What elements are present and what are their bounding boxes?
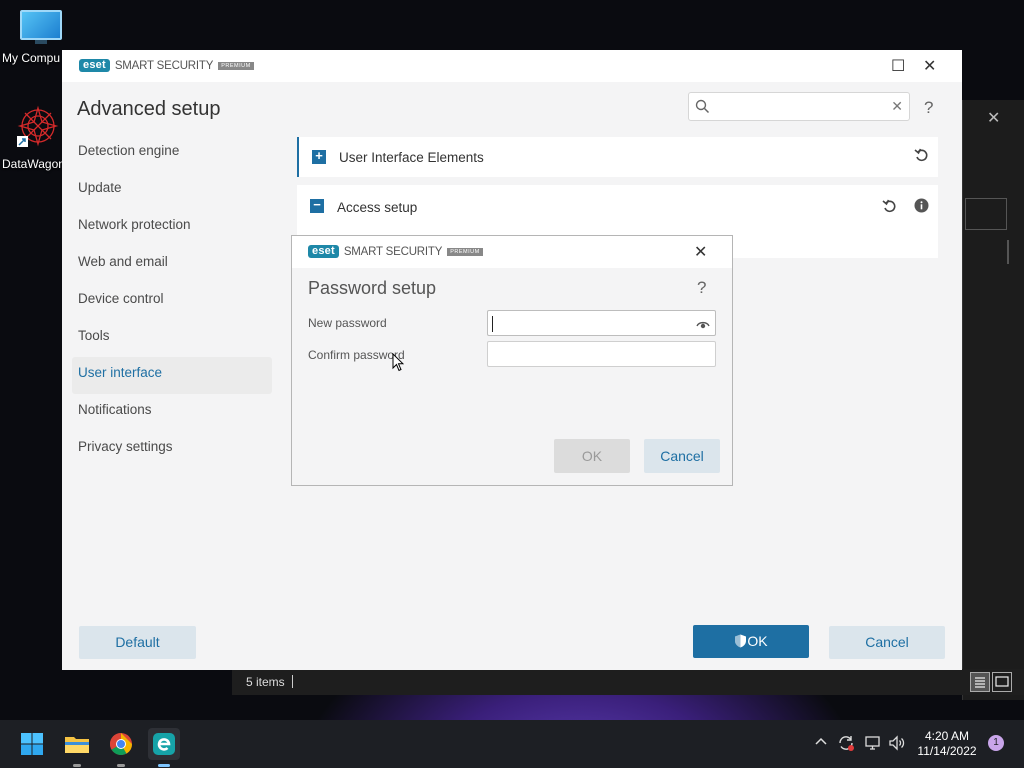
- sidebar-item-tools[interactable]: Tools: [72, 320, 272, 357]
- file-explorer-button[interactable]: [61, 728, 93, 767]
- eset-taskbar-button[interactable]: [148, 728, 180, 767]
- sidebar-item-user-interface[interactable]: User interface: [72, 357, 272, 394]
- close-icon[interactable]: ✕: [987, 108, 1000, 128]
- windows-icon: [21, 733, 43, 755]
- revert-icon[interactable]: [914, 147, 930, 168]
- search-input[interactable]: ✕: [688, 92, 910, 121]
- product-tier: PREMIUM: [218, 61, 254, 70]
- dialog-ok-button[interactable]: OK: [554, 439, 630, 473]
- eset-logo: eset SMART SECURITY PREMIUM: [308, 245, 483, 258]
- notification-badge[interactable]: 1: [988, 735, 1004, 751]
- page-title: Advanced setup: [77, 98, 221, 120]
- password-setup-dialog: eset SMART SECURITY PREMIUM ✕ Password s…: [291, 235, 733, 486]
- chrome-button[interactable]: [105, 728, 137, 767]
- dialog-title: Password setup: [308, 278, 437, 298]
- cancel-button[interactable]: Cancel: [829, 626, 945, 659]
- explorer-status-bar: 5 items: [232, 669, 1024, 695]
- eset-badge: eset: [79, 59, 110, 72]
- chrome-icon: [110, 733, 132, 755]
- sidebar-item-web-and-email[interactable]: Web and email: [72, 246, 272, 283]
- clock-time: 4:20 AM: [924, 729, 970, 743]
- dialog-title-bar: eset SMART SECURITY PREMIUM ✕: [292, 236, 732, 268]
- help-icon[interactable]: ?: [697, 278, 706, 298]
- datawagon-icon: [16, 104, 60, 148]
- running-indicator: [73, 764, 81, 767]
- network-icon[interactable]: [863, 734, 881, 755]
- volume-icon[interactable]: [888, 734, 906, 755]
- background-window: ✕: [962, 100, 1024, 700]
- eset-app-icon: [153, 733, 175, 755]
- close-icon[interactable]: ✕: [923, 56, 936, 76]
- clock-date: 11/14/2022: [917, 744, 977, 758]
- mouse-cursor-icon: [392, 352, 405, 377]
- show-hidden-icons[interactable]: [814, 734, 828, 751]
- show-password-icon[interactable]: [696, 317, 710, 335]
- section-title: Access setup: [337, 200, 418, 215]
- running-indicator: [117, 764, 125, 767]
- collapse-icon[interactable]: −: [310, 198, 324, 213]
- eset-badge: eset: [308, 245, 339, 258]
- shield-icon: [734, 627, 747, 660]
- expand-icon[interactable]: +: [312, 149, 326, 164]
- dialog-cancel-button[interactable]: Cancel: [644, 439, 720, 473]
- info-icon[interactable]: [914, 198, 929, 218]
- ok-button[interactable]: OK: [693, 625, 809, 658]
- help-icon[interactable]: ?: [924, 98, 933, 118]
- text-caret: [492, 316, 493, 332]
- sidebar-item-detection-engine[interactable]: Detection engine: [72, 135, 272, 172]
- search-icon: [695, 99, 710, 119]
- product-tier: PREMIUM: [447, 247, 483, 256]
- confirm-password-label: Confirm password: [308, 348, 405, 362]
- revert-icon[interactable]: [882, 198, 898, 219]
- sidebar-item-update[interactable]: Update: [72, 172, 272, 209]
- scrollbar[interactable]: [1007, 240, 1009, 264]
- details-view-icon[interactable]: [970, 672, 990, 692]
- start-button[interactable]: [16, 728, 48, 760]
- title-bar: eset SMART SECURITY PREMIUM ☐ ✕: [62, 50, 962, 82]
- product-name: SMART SECURITY: [114, 59, 214, 72]
- ok-button-label: OK: [747, 633, 768, 649]
- folder-icon: [65, 737, 89, 753]
- default-button[interactable]: Default: [79, 626, 196, 659]
- sync-icon[interactable]: [837, 734, 855, 755]
- computer-icon: [20, 10, 62, 44]
- running-indicator: [158, 764, 170, 767]
- product-name: SMART SECURITY: [343, 245, 443, 258]
- new-password-field[interactable]: [487, 310, 716, 336]
- chevron-up-icon: [815, 737, 827, 745]
- tiles-view-icon[interactable]: [992, 672, 1012, 692]
- confirm-password-field[interactable]: [487, 341, 716, 367]
- divider: [292, 675, 293, 688]
- section-title: User Interface Elements: [339, 150, 484, 165]
- clock[interactable]: 4:20 AM 11/14/2022: [912, 729, 982, 759]
- eset-logo: eset SMART SECURITY PREMIUM: [79, 59, 254, 72]
- sidebar: Detection engine Update Network protecti…: [72, 135, 272, 468]
- sidebar-item-notifications[interactable]: Notifications: [72, 394, 272, 431]
- items-count: 5 items: [246, 675, 285, 689]
- taskbar: 4:20 AM 11/14/2022 1: [0, 720, 1024, 768]
- clear-search-icon[interactable]: ✕: [891, 98, 903, 115]
- dialog-close-icon[interactable]: ✕: [694, 242, 707, 262]
- sidebar-item-device-control[interactable]: Device control: [72, 283, 272, 320]
- new-password-label: New password: [308, 316, 387, 330]
- section-user-interface-elements[interactable]: + User Interface Elements: [297, 137, 938, 177]
- sidebar-item-privacy-settings[interactable]: Privacy settings: [72, 431, 272, 468]
- sidebar-item-network-protection[interactable]: Network protection: [72, 209, 272, 246]
- maximize-icon[interactable]: ☐: [891, 56, 905, 76]
- background-input[interactable]: [965, 198, 1007, 230]
